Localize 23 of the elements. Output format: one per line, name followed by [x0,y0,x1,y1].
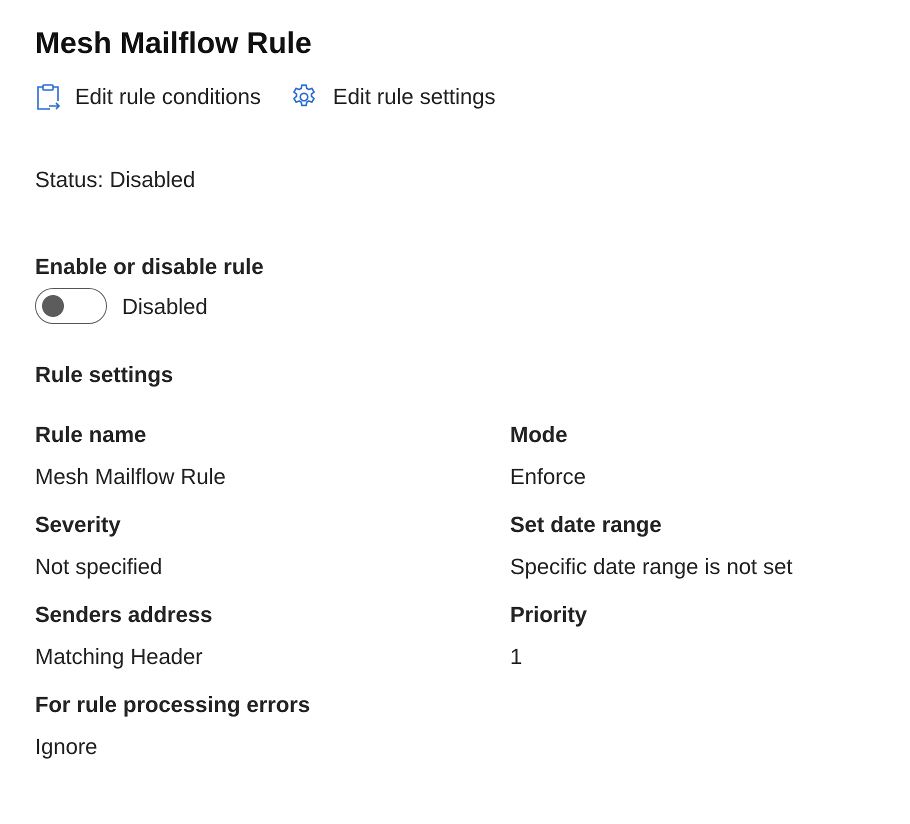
page-title: Mesh Mailflow Rule [35,26,313,62]
field-value: Mesh Mailflow Rule [35,463,227,491]
field-value: 1 [510,643,524,671]
field-label: Senders address [35,601,214,629]
section-title: Rule settings [35,361,174,389]
field-value: Not specified [35,553,164,581]
action-link[interactable]: Edit rule settings [288,80,496,113]
toggle-switch[interactable] [35,288,107,324]
field-label: Mode [510,421,568,449]
field-label: Rule name [35,421,148,449]
field-label: For rule processing errors [35,691,312,719]
field-label: Priority [510,601,588,629]
field-value: Specific date range is not set [510,553,794,581]
field-label: Set date range [510,511,663,539]
field-value: Ignore [35,733,98,761]
clipboard-icon [35,82,61,110]
status-text: Status: Disabled [35,166,196,194]
toggle-state-text: Disabled [122,292,208,320]
field-label: Severity [35,511,122,539]
field-value: Enforce [510,463,587,491]
field-value: Matching Header [35,643,204,671]
action-link[interactable]: Edit rule conditions [35,80,261,113]
toggle-label: Enable or disable rule [35,253,265,281]
